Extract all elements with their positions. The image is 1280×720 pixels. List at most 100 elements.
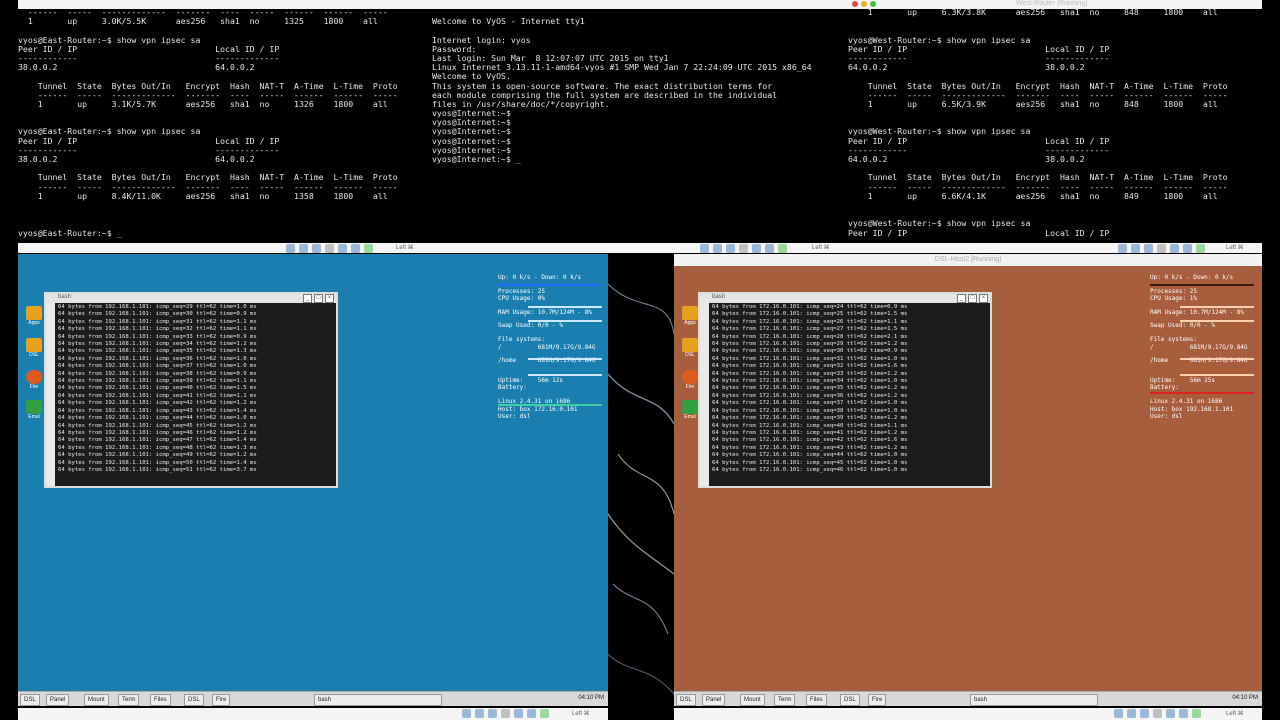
terminal-line: 1 up 6.3K/3.8K aes256 sha1 no 848 1800 a… <box>848 8 1218 17</box>
terminal-line: 38.0.0.2 64.0.0.2 <box>18 154 255 164</box>
ping-line: 64 bytes from 172.16.0.101: icmp_seq=28 … <box>712 333 908 340</box>
taskbar-files[interactable]: Files <box>150 694 171 706</box>
desktop-icon-apps[interactable]: Apps <box>680 306 700 326</box>
left-taskbar[interactable]: DSL Panel Mount Term Files DSL Fire bash… <box>18 691 608 706</box>
vm-key-label-3: Left ⌘ <box>1226 245 1244 251</box>
conky-line: Linux 2.4.31 on i686 <box>1150 397 1223 405</box>
close-icon[interactable] <box>852 1 858 7</box>
ping-line: 64 bytes from 172.16.0.101: icmp_seq=31 … <box>712 355 908 362</box>
taskbar-panel[interactable]: Panel <box>46 694 70 706</box>
taskbar-term[interactable]: Term <box>774 694 796 706</box>
xterm-titlebar[interactable]: bash _ □ × <box>46 294 336 303</box>
taskbar-fire[interactable]: Fire <box>212 694 231 706</box>
right-vm-titlebar: DSL-Host2 [Running] <box>674 254 1262 266</box>
minimize-icon[interactable]: _ <box>303 294 312 303</box>
desktop-icon-firefox[interactable]: Fire <box>24 370 44 390</box>
ping-line: 64 bytes from 192.168.1.101: icmp_seq=33… <box>58 333 257 340</box>
west-window-controls[interactable] <box>852 1 876 7</box>
taskbar-window-bash[interactable]: bash <box>314 694 442 706</box>
conky-line: Host: box 172.16.0.101 <box>498 405 578 413</box>
ping-line: 64 bytes from 172.16.0.101: icmp_seq=36 … <box>712 392 908 399</box>
left-vm-desktop[interactable]: Apps DSL Fire Emul bash _ □ × 64 bytes fro… <box>18 254 608 706</box>
taskbar-term[interactable]: Term <box>118 694 140 706</box>
maximize-icon[interactable]: □ <box>314 294 323 303</box>
taskbar-panel[interactable]: Panel <box>702 694 726 706</box>
taskbar-mount[interactable]: Mount <box>84 694 109 706</box>
conky-line: Uptime: 56m 25s <box>1150 376 1216 384</box>
right-vm-window[interactable]: DSL-Host2 [Running] Apps DSL Fire Emul b… <box>674 254 1262 706</box>
right-vm-title: DSL-Host2 [Running] <box>934 256 1002 263</box>
bottom-key-label-right: Left ⌘ <box>1226 711 1244 717</box>
left-battery-bar <box>498 404 602 406</box>
ping-line: 64 bytes from 192.168.1.101: icmp_seq=35… <box>58 348 257 355</box>
ping-output: 64 bytes from 192.168.1.101: icmp_seq=29… <box>46 303 336 486</box>
ping-line: 64 bytes from 172.16.0.101: icmp_seq=37 … <box>712 400 908 407</box>
taskbar-dsl[interactable]: DSL <box>840 694 860 706</box>
conky-line: Battery: <box>1150 384 1179 392</box>
right-conky-monitor: Up: 0 k/s - Down: 0 k/s Processes: 25 CPU … <box>1150 274 1248 421</box>
conky-line: File systems: <box>498 335 545 343</box>
vm-status-icons-2[interactable] <box>700 244 787 253</box>
desktop-icon-dsl[interactable]: DSL <box>24 338 44 358</box>
conky-line: Swap Used: 0/0 - % <box>498 322 564 330</box>
taskbar-start[interactable]: DSL <box>676 694 696 706</box>
taskbar-clock: 04:10 PM <box>578 695 604 701</box>
desktop-icon-dsl[interactable]: DSL <box>680 338 700 358</box>
bottom-status-icons-left[interactable] <box>462 709 549 718</box>
taskbar-start[interactable]: DSL <box>20 694 40 706</box>
desktop-icon-apps[interactable]: Apps <box>24 306 44 326</box>
minimize-icon[interactable] <box>861 1 867 7</box>
terminal-line: 1 up 3.0K/5.5K aes256 sha1 no 1325 1800 … <box>18 16 378 27</box>
left-fs-bar <box>528 358 602 360</box>
ping-line: 64 bytes from 172.16.0.101: icmp_seq=40 … <box>712 422 908 429</box>
taskbar-mount[interactable]: Mount <box>740 694 765 706</box>
ping-line: 64 bytes from 192.168.1.101: icmp_seq=44… <box>58 415 257 422</box>
desktop-icon-firefox[interactable]: Fire <box>680 370 700 390</box>
taskbar-window-bash[interactable]: bash <box>970 694 1098 706</box>
ping-line: 64 bytes from 192.168.1.101: icmp_seq=30… <box>58 311 257 318</box>
ping-line: 64 bytes from 192.168.1.101: icmp_seq=49… <box>58 452 257 459</box>
left-ping-xterm[interactable]: bash _ □ × 64 bytes from 192.168.1.101: ic… <box>44 292 338 488</box>
ping-line: 64 bytes from 192.168.1.101: icmp_seq=43… <box>58 407 257 414</box>
close-icon[interactable]: × <box>979 294 988 303</box>
maximize-icon[interactable] <box>870 1 876 7</box>
right-cpu-bar <box>1180 306 1254 308</box>
close-icon[interactable]: × <box>325 294 334 303</box>
terminal-line: 1 up 3.1K/5.7K aes256 sha1 no 1326 1800 … <box>18 98 388 109</box>
left-vm-window[interactable]: Apps DSL Fire Emul bash _ □ × 64 bytes fro… <box>18 254 608 706</box>
terminal-line: Peer ID / IP Local ID / IP <box>848 227 1110 238</box>
ping-line: 64 bytes from 172.16.0.101: icmp_seq=25 … <box>712 311 908 318</box>
left-home-bar <box>528 374 602 376</box>
left-cpu-bar <box>528 306 602 308</box>
taskbar-dsl[interactable]: DSL <box>184 694 204 706</box>
desktop-icon-emul[interactable]: Emul <box>680 400 700 420</box>
conky-line: / 681M/9.17G/9.84G <box>1150 343 1248 351</box>
east-router-terminal[interactable]: ------ ----- ------------- ------- ---- … <box>18 8 430 244</box>
maximize-icon[interactable]: □ <box>968 294 977 303</box>
vm-status-icons-1[interactable] <box>286 244 373 253</box>
conky-line: Up: 0 k/s - Down: 0 k/s <box>1150 274 1234 281</box>
minimize-icon[interactable]: _ <box>957 294 966 303</box>
right-vm-desktop[interactable]: Apps DSL Fire Emul bash _ □ × 64 bytes fro… <box>674 266 1262 706</box>
internet-terminal[interactable]: Welcome to VyOS - Internet tty1 Internet … <box>432 8 848 244</box>
ping-line: 64 bytes from 192.168.1.101: icmp_seq=48… <box>58 444 257 451</box>
desktop-icon-emul[interactable]: Emul <box>24 400 44 420</box>
bottom-status-icons-right[interactable] <box>1114 709 1201 718</box>
right-ping-xterm[interactable]: bash _ □ × 64 bytes from 172.16.0.101: icm… <box>698 292 992 488</box>
taskbar-files[interactable]: Files <box>806 694 827 706</box>
right-taskbar[interactable]: DSL Panel Mount Term Files DSL Fire bash… <box>674 691 1262 706</box>
xterm-titlebar[interactable]: bash _ □ × <box>700 294 990 303</box>
ping-line: 64 bytes from 172.16.0.101: icmp_seq=43 … <box>712 444 908 451</box>
ping-line: 64 bytes from 172.16.0.101: icmp_seq=44 … <box>712 452 908 459</box>
vm-status-icons-3[interactable] <box>1118 244 1205 253</box>
left-ram-bar <box>528 320 602 322</box>
left-conky-monitor: Up: 0 k/s - Down: 0 k/s Processes: 25 CPU … <box>498 274 596 421</box>
right-battery-bar <box>1150 392 1254 394</box>
terminal-line: Welcome to VyOS - Internet tty1 <box>432 16 585 27</box>
ping-output: 64 bytes from 172.16.0.101: icmp_seq=24 … <box>700 303 990 486</box>
ping-line: 64 bytes from 172.16.0.101: icmp_seq=35 … <box>712 385 908 392</box>
taskbar-fire[interactable]: Fire <box>868 694 887 706</box>
west-router-terminal[interactable]: 1 up 6.3K/3.8K aes256 sha1 no 848 1800 a… <box>848 8 1262 244</box>
ping-line: 64 bytes from 172.16.0.101: icmp_seq=46 … <box>712 466 908 473</box>
